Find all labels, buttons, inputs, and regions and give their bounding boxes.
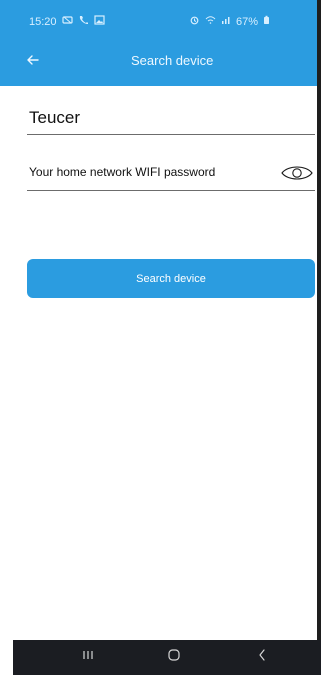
wifi-password-placeholder: Your home network WIFI password <box>29 165 216 179</box>
system-navigation-bar <box>13 640 321 675</box>
back-navigation-button[interactable] <box>245 647 279 667</box>
app-bar: Search device <box>0 44 321 78</box>
wifi-icon <box>205 15 216 28</box>
battery-percentage: 67% <box>235 15 258 28</box>
sim-status-icon <box>61 15 73 28</box>
page-title: Search device <box>131 53 214 68</box>
call-icon <box>78 15 89 28</box>
signal-icon <box>221 15 231 28</box>
search-device-button[interactable]: Search device <box>27 259 315 298</box>
eye-icon <box>280 166 314 187</box>
home-icon <box>166 647 182 668</box>
back-arrow-icon <box>24 55 42 73</box>
screen-edge <box>317 0 321 640</box>
image-notification-icon <box>93 15 105 28</box>
status-right: 67% <box>189 15 270 28</box>
device-name-value: Teucer <box>29 108 81 127</box>
wifi-password-field[interactable]: Your home network WIFI password <box>27 162 315 191</box>
status-bar: 15:20 67% <box>0 0 321 40</box>
recent-apps-icon <box>80 648 96 666</box>
alarm-icon <box>189 15 200 28</box>
recent-apps-button[interactable] <box>71 647 105 667</box>
status-left: 15:20 <box>29 15 105 28</box>
back-button[interactable] <box>24 51 42 69</box>
battery-icon <box>263 15 270 28</box>
device-name-field[interactable]: Teucer <box>27 101 315 135</box>
toggle-password-visibility-button[interactable] <box>280 163 314 183</box>
home-button[interactable] <box>157 647 191 667</box>
status-time: 15:20 <box>29 15 57 28</box>
back-icon <box>256 648 268 667</box>
